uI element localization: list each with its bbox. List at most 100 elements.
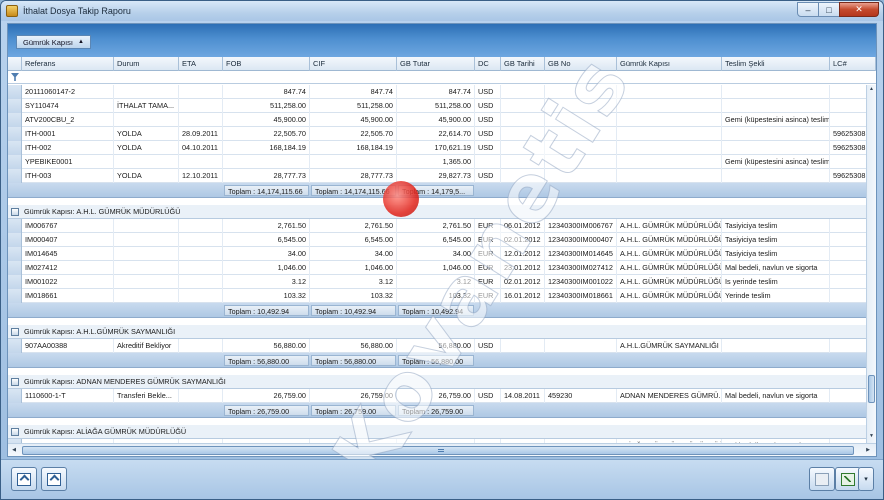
table-cell: USD [475,127,501,141]
collapse-all-button[interactable] [41,467,67,491]
group-total: Toplam : 56,880.00 [311,355,396,366]
table-row[interactable]: 1110600-1-T Transferi Bekle... 26,759.00 26… [8,389,866,403]
row-indicator[interactable] [8,141,22,155]
row-indicator[interactable] [8,339,22,353]
table-cell [114,247,179,261]
column-header[interactable]: Gümrük Kapısı [617,57,722,71]
table-cell: Transferi Bekle... [114,389,179,403]
table-row[interactable]: IM000407 6,545.00 6,545.00 6,545.00 EUR 02.01… [8,233,866,247]
vertical-scroll-thumb[interactable] [868,375,875,403]
group-total: Toplam : 14,174,115.66 [224,185,309,196]
table-cell: 16.01.2012 [501,289,545,303]
table-row[interactable]: IM014645 34.00 34.00 34.00 EUR 12.01.2012 1234… [8,247,866,261]
table-cell: 29,827.73 [397,169,475,183]
column-header[interactable]: CIF [310,57,397,71]
row-indicator[interactable] [8,99,22,113]
table-cell: 3.12 [310,275,397,289]
row-indicator[interactable] [8,155,22,169]
table-row[interactable]: IM018661 103.32 103.32 103.32 EUR 16.01.2012 1… [8,289,866,303]
table-row[interactable]: IM001022 3.12 3.12 3.12 EUR 02.01.2012 1234030… [8,275,866,289]
row-indicator-header [8,57,22,71]
group-header[interactable]: Gümrük Kapısı: ADNAN MENDERES GÜMRÜK SAY… [8,375,866,389]
scroll-down-arrow[interactable]: ▼ [868,433,875,441]
table-row[interactable]: ITH-0001 YOLDA 28.09.2011 22,505.70 22,505.7… [8,127,866,141]
column-header[interactable]: LC# [830,57,876,71]
row-indicator[interactable] [8,261,22,275]
table-cell: 26,759.00 [397,389,475,403]
column-header[interactable]: FOB [223,57,310,71]
table-cell [114,219,179,233]
table-row[interactable]: IM006767 2,761.50 2,761.50 2,761.50 EUR 06.01… [8,219,866,233]
table-row[interactable]: SY110474 İTHALAT TAMA... 511,258.00 511,258… [8,99,866,113]
table-cell: 59625308 [830,169,866,183]
scroll-left-arrow[interactable]: ◀ [10,446,18,455]
column-header[interactable]: DC [475,57,501,71]
table-cell: USD [475,85,501,99]
row-indicator[interactable] [8,275,22,289]
column-header[interactable]: GB Tarihi [501,57,545,71]
table-row[interactable]: ATV200CBU_2 45,900.00 45,900.00 45,900.00 US… [8,113,866,127]
table-cell: 3.12 [397,275,475,289]
collapse-group-icon[interactable] [11,378,19,386]
horizontal-scroll-thumb[interactable] [22,446,854,455]
table-cell [545,169,617,183]
group-header[interactable]: Gümrük Kapısı: ALİAĞA GÜMRÜK MÜDÜRLÜĞÜ [8,425,866,439]
table-cell: 459230 [545,389,617,403]
scroll-up-arrow[interactable]: ▲ [868,86,875,94]
filter-icon[interactable] [11,73,19,81]
title-bar[interactable]: İthalat Dosya Takip Raporu – □ ✕ [1,1,883,21]
table-row[interactable]: YPEBIKE0001 1,365.00 Gemi (küpestesini asi… [8,155,866,169]
group-header[interactable]: Gümrük Kapısı: A.H.L. GÜMRÜK MÜDÜRLÜĞÜ [8,205,866,219]
filter-row[interactable] [8,71,876,84]
export-dropdown-button[interactable]: ▾ [858,467,874,491]
column-header[interactable]: GB No [545,57,617,71]
group-chip-gumruk-kapisi[interactable]: Gümrük Kapısı ▲ [16,35,91,49]
horizontal-scrollbar[interactable]: ◀ ▶ [8,443,876,456]
table-cell [545,127,617,141]
column-header[interactable]: Referans [22,57,114,71]
table-cell [830,275,866,289]
row-indicator[interactable] [8,127,22,141]
table-cell: 6,545.00 [397,233,475,247]
row-indicator[interactable] [8,113,22,127]
vertical-scrollbar[interactable]: ▲ ▼ [866,85,876,443]
close-button[interactable]: ✕ [839,2,879,17]
scroll-right-arrow[interactable]: ▶ [864,446,872,455]
group-footer: Toplam : 14,174,115.66 Toplam : 14,174,11… [8,183,866,198]
row-indicator[interactable] [8,169,22,183]
group-header-label: Gümrük Kapısı: A.H.L. GÜMRÜK MÜDÜRLÜĞÜ [24,207,181,216]
column-header[interactable]: ETA [179,57,223,71]
collapse-group-icon[interactable] [11,428,19,436]
table-row[interactable]: ITH-002 YOLDA 04.10.2011 168,184.19 168,184.… [8,141,866,155]
table-cell [179,275,223,289]
table-row[interactable]: IM027412 1,046.00 1,046.00 1,046.00 EUR 23.01… [8,261,866,275]
table-row[interactable]: 907AA00388 Akreditif Bekliyor 56,880.00 56,… [8,339,866,353]
column-header[interactable]: Teslim Şekli [722,57,830,71]
row-indicator[interactable] [8,85,22,99]
expand-all-button[interactable] [11,467,37,491]
table-cell: A.H.L. GÜMRÜK MÜDÜRLÜĞÜ [617,219,722,233]
maximize-button[interactable]: □ [818,2,840,17]
collapse-group-icon[interactable] [11,208,19,216]
row-indicator[interactable] [8,289,22,303]
table-row[interactable]: ITH-003 YOLDA 12.10.2011 28,777.73 28,777.73… [8,169,866,183]
row-indicator[interactable] [8,389,22,403]
bottom-toolbar: ▾ [1,459,883,499]
group-header[interactable]: Gümrük Kapısı: A.H.L.GÜMRÜK SAYMANLIĞI [8,325,866,339]
column-header[interactable]: GB Tutar [397,57,475,71]
table-row[interactable]: 20111060147-2 847.74 847.74 847.74 USD [8,85,866,99]
row-indicator[interactable] [8,247,22,261]
table-cell: A.H.L. GÜMRÜK MÜDÜRLÜĞÜ [617,289,722,303]
table-cell: 12340300IM001022 [545,275,617,289]
table-cell [501,141,545,155]
column-header[interactable]: Durum [114,57,179,71]
table-cell [501,113,545,127]
table-cell: USD [475,113,501,127]
row-indicator[interactable] [8,219,22,233]
collapse-group-icon[interactable] [11,328,19,336]
row-indicator[interactable] [8,233,22,247]
table-cell: IM001022 [22,275,114,289]
minimize-button[interactable]: – [797,2,819,17]
print-button[interactable] [809,467,835,491]
table-cell [830,219,866,233]
